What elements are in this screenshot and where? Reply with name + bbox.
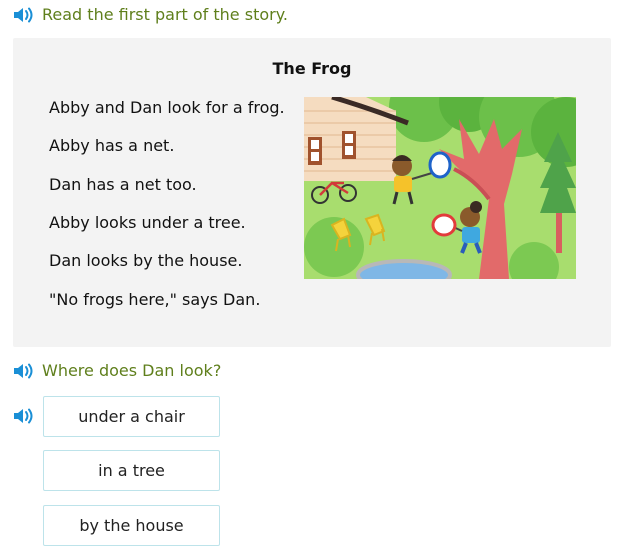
question-text: Where does Dan look?	[42, 361, 222, 380]
story-line: Dan has a net too.	[49, 175, 197, 194]
answer-choice-in-a-tree[interactable]: in a tree	[43, 450, 220, 491]
story-illustration	[304, 97, 576, 279]
speaker-icon[interactable]	[12, 406, 36, 426]
story-title: The Frog	[272, 59, 352, 78]
answer-choice-by-the-house[interactable]: by the house	[43, 505, 220, 546]
speaker-icon[interactable]	[12, 361, 36, 381]
story-panel: The Frog Abby and Dan look for a frog. A…	[13, 38, 611, 347]
story-line: Abby has a net.	[49, 136, 175, 155]
instruction-text: Read the first part of the story.	[42, 5, 288, 24]
story-line: Dan looks by the house.	[49, 251, 243, 270]
speaker-icon[interactable]	[12, 5, 36, 25]
answer-choice-under-a-chair[interactable]: under a chair	[43, 396, 220, 437]
story-line: Abby looks under a tree.	[49, 213, 246, 232]
story-line: Abby and Dan look for a frog.	[49, 98, 285, 117]
story-line: "No frogs here," says Dan.	[49, 290, 261, 309]
